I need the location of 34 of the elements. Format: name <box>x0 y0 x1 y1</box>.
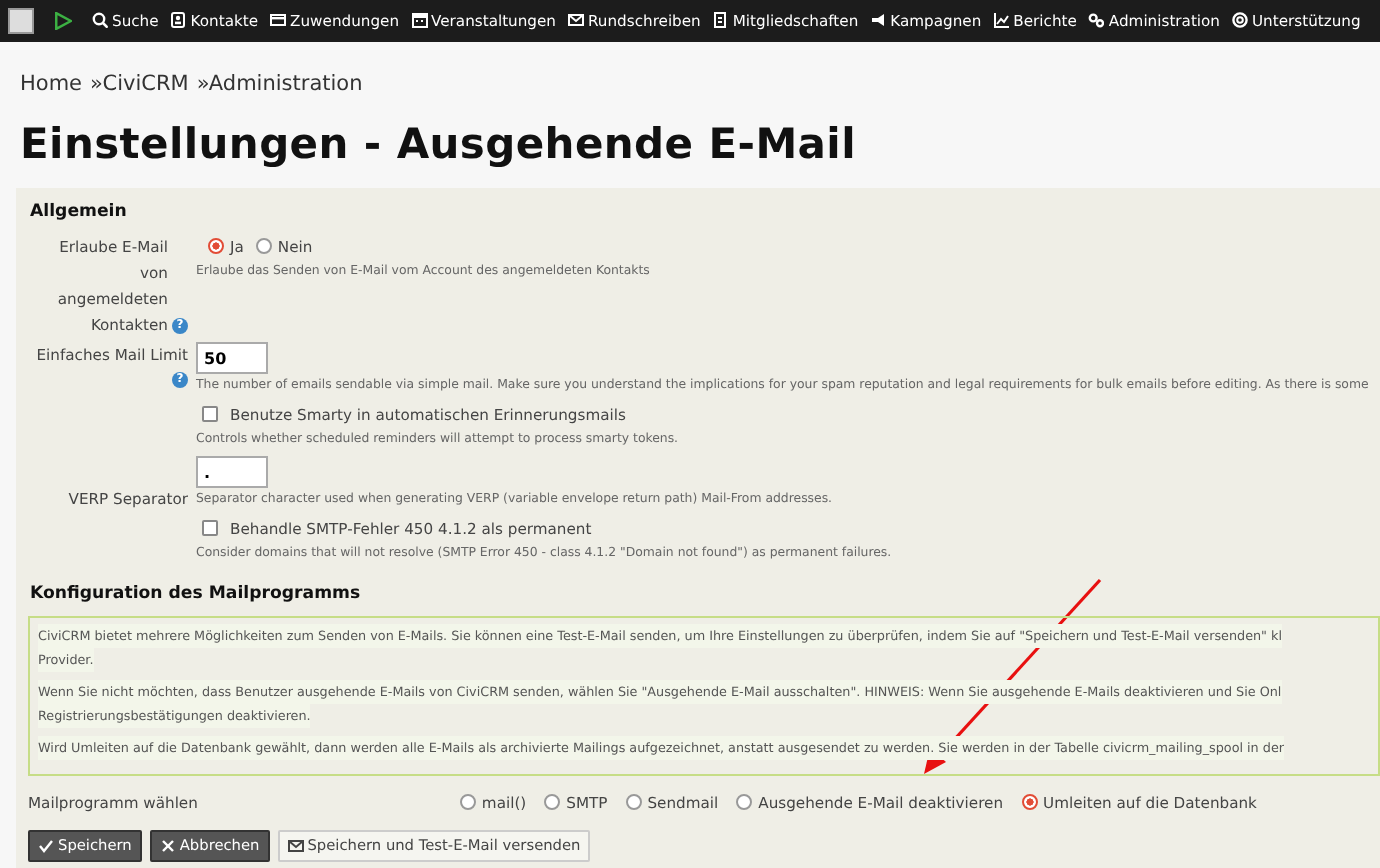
breadcrumb-separator: » <box>90 72 103 96</box>
radio-button[interactable] <box>459 794 476 811</box>
play-icon[interactable] <box>54 12 72 30</box>
credit-card-icon <box>270 12 287 29</box>
breadcrumb-link[interactable]: Administration <box>208 72 363 96</box>
calendar-icon <box>411 12 428 29</box>
radio-button[interactable] <box>208 238 224 255</box>
text-input[interactable]: 50 <box>196 342 268 375</box>
section-heading: Konfiguration des Mailprogramms <box>30 582 363 609</box>
checkbox[interactable] <box>202 520 218 537</box>
search-icon <box>92 12 108 29</box>
gears-icon <box>1088 12 1105 29</box>
id-card-icon <box>712 12 729 29</box>
page-title: Einstellungen - Ausgehende E-Mail <box>20 117 858 172</box>
envelope-icon <box>568 12 584 29</box>
megaphone-icon <box>870 12 887 29</box>
breadcrumb-separator: » <box>196 72 209 96</box>
radio-button[interactable] <box>736 794 753 811</box>
radio-button[interactable] <box>544 794 561 811</box>
radio-button[interactable] <box>1021 794 1038 811</box>
text-input[interactable]: . <box>196 456 268 489</box>
close-icon <box>159 837 176 854</box>
radio-button[interactable] <box>255 238 272 255</box>
lifebuoy-icon <box>1232 12 1248 29</box>
radio-button[interactable] <box>625 794 642 811</box>
envelope-icon <box>287 837 304 854</box>
section-heading: Allgemein <box>30 200 129 227</box>
checkbox[interactable] <box>202 406 218 423</box>
line-chart-icon <box>993 12 1010 29</box>
breadcrumb-link[interactable]: Home <box>20 72 83 96</box>
breadcrumb-link[interactable]: CiviCRM <box>102 72 189 96</box>
search-box[interactable] <box>8 8 34 34</box>
address-book-icon <box>170 12 187 29</box>
check-icon <box>38 837 54 854</box>
